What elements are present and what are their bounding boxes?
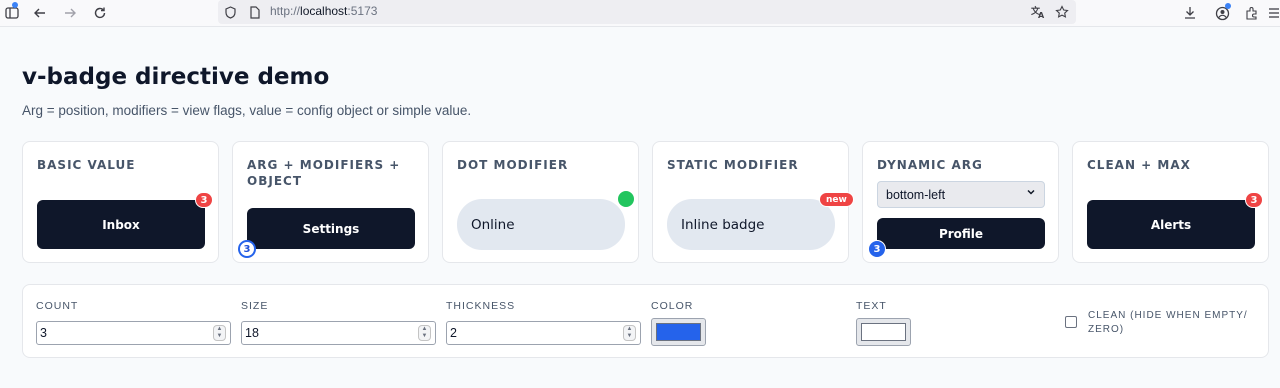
svg-text:A: A xyxy=(1038,11,1045,19)
clean-label: Clean (hide when empty/ zero) xyxy=(1088,310,1248,335)
size-value: 18 xyxy=(245,326,259,340)
chevron-down-icon xyxy=(1026,187,1036,200)
blue-count-badge: 3 xyxy=(868,240,886,258)
card-clean-max: Clean + max Alerts 3 xyxy=(1072,141,1269,263)
outline-count-badge: 3 xyxy=(238,240,256,258)
count-input[interactable]: 3 ▲ ▼ xyxy=(36,321,231,345)
color-swatch-fill xyxy=(656,323,701,341)
count-label: Count xyxy=(36,300,79,312)
reload-icon[interactable] xyxy=(90,3,110,23)
card-arg-modifiers-object: Arg + modifiers + object Settings 3 xyxy=(232,141,429,263)
downloads-icon[interactable] xyxy=(1180,3,1200,23)
notification-dot xyxy=(12,2,18,8)
thickness-input[interactable]: 2 ▲ ▼ xyxy=(446,321,641,345)
card-title: Dynamic arg xyxy=(877,158,983,172)
controls-panel: Count 3 ▲ ▼ Size 18 ▲ ▼ Thickness 2 ▲ ▼ Col… xyxy=(22,284,1269,358)
status-dot-badge xyxy=(618,191,634,207)
extensions-icon[interactable] xyxy=(1242,3,1262,23)
text-color-swatch-fill xyxy=(861,323,906,341)
settings-button[interactable]: Settings xyxy=(247,208,415,249)
text-label: Text xyxy=(856,300,887,312)
card-dot-modifier: Dot modifier Online xyxy=(442,141,639,263)
card-title: Static modifier xyxy=(667,158,799,172)
color-label: Color xyxy=(651,300,694,312)
size-input[interactable]: 18 ▲ ▼ xyxy=(241,321,436,345)
count-badge: 3 xyxy=(1245,192,1263,208)
bookmark-star-icon[interactable] xyxy=(1052,2,1072,22)
address-bar[interactable]: http://localhost:5173 文A xyxy=(218,0,1076,24)
menu-icon[interactable] xyxy=(1264,3,1280,23)
position-select[interactable]: bottom-left xyxy=(877,181,1045,208)
translate-icon[interactable]: 文A xyxy=(1028,2,1048,22)
count-badge: 3 xyxy=(195,192,213,208)
count-value: 3 xyxy=(40,326,47,340)
text-color-picker[interactable] xyxy=(856,318,911,346)
page-info-icon[interactable] xyxy=(245,2,265,22)
account-notification-dot xyxy=(1225,3,1231,9)
card-title: Basic value xyxy=(37,158,136,172)
clean-checkbox[interactable] xyxy=(1065,316,1077,328)
color-picker[interactable] xyxy=(651,318,706,346)
back-arrow-icon[interactable] xyxy=(30,3,50,23)
thickness-value: 2 xyxy=(450,326,457,340)
inline-badge-button[interactable]: Inline badge xyxy=(667,199,835,250)
profile-button[interactable]: Profile xyxy=(877,218,1045,249)
shield-icon[interactable] xyxy=(220,2,240,22)
count-stepper-icon[interactable]: ▲ ▼ xyxy=(213,325,226,341)
card-basic-value: Basic value Inbox 3 xyxy=(22,141,219,263)
online-button[interactable]: Online xyxy=(457,199,625,250)
card-title: Dot modifier xyxy=(457,158,569,172)
thickness-label: Thickness xyxy=(446,300,516,312)
new-badge: new xyxy=(819,192,854,207)
card-dynamic-arg: Dynamic arg bottom-left Profile 3 xyxy=(862,141,1059,263)
thickness-stepper-icon[interactable]: ▲ ▼ xyxy=(623,325,636,341)
inbox-button[interactable]: Inbox xyxy=(37,200,205,249)
page-title: v-badge directive demo xyxy=(22,64,330,90)
page-subtitle: Arg = position, modifiers = view flags, … xyxy=(22,103,472,118)
size-label: Size xyxy=(241,300,269,312)
alerts-button[interactable]: Alerts xyxy=(1087,200,1255,249)
browser-toolbar: http://localhost:5173 文A xyxy=(0,0,1280,27)
card-static-modifier: Static modifier Inline badge new xyxy=(652,141,854,263)
size-stepper-icon[interactable]: ▲ ▼ xyxy=(418,325,431,341)
url-text: http://localhost:5173 xyxy=(270,4,378,18)
card-title: Arg + modifiers + object xyxy=(247,158,401,188)
position-select-value: bottom-left xyxy=(886,187,946,202)
card-title: Clean + max xyxy=(1087,158,1191,172)
forward-arrow-icon[interactable] xyxy=(60,3,80,23)
